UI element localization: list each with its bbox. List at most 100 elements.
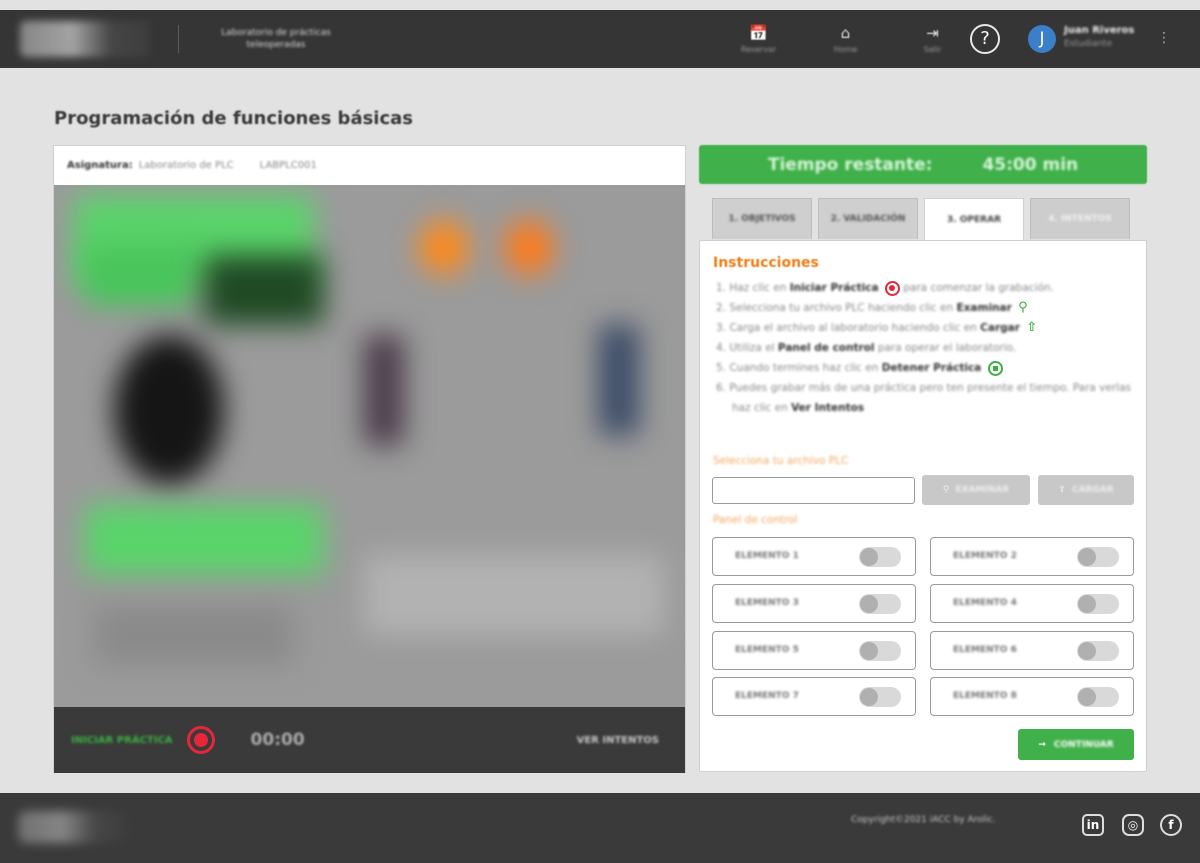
control-element-2: ELEMENTO 2: [930, 537, 1134, 576]
camera-feed: [54, 185, 685, 707]
arrow-right-icon: →: [1038, 739, 1046, 750]
element-toggle[interactable]: [1077, 687, 1119, 707]
tab-operar[interactable]: 3. OPERAR: [924, 198, 1024, 241]
step-keyword: Detener Práctica: [881, 362, 982, 374]
tab-objetivos[interactable]: 1. OBJETIVOS: [712, 198, 812, 239]
time-remaining-label: Tiempo restante:: [767, 154, 933, 175]
feed-blob: [84, 505, 324, 575]
nav-reservar[interactable]: 📅 Reservar: [715, 10, 802, 68]
control-element-1: ELEMENTO 1: [712, 537, 916, 576]
instruction-step: 2. Selecciona tu archivo PLC haciendo cl…: [716, 298, 1136, 318]
instruction-step: 1. Haz clic en Iniciar Práctica para com…: [716, 278, 1136, 298]
feed-blob: [419, 220, 469, 275]
step-keyword: Examinar: [956, 302, 1012, 314]
element-toggle[interactable]: [859, 687, 901, 707]
linkedin-icon[interactable]: in: [1082, 814, 1104, 836]
logout-icon: ⇥: [926, 23, 939, 42]
nav-home-label: Home: [833, 44, 858, 54]
user-name: Juan Riveros: [1064, 25, 1135, 36]
tab-intentos[interactable]: 4. INTENTOS: [1030, 198, 1130, 239]
step-text: para operar el laboratorio.: [874, 342, 1017, 354]
step-text: 6. Puedes grabar más de una práctica per…: [716, 382, 1131, 414]
control-element-7: ELEMENTO 7: [712, 677, 916, 716]
browse-button[interactable]: ⚲ EXAMINAR: [922, 475, 1030, 505]
top-nav-bar: Laboratorio de prácticas teleoperadas 📅 …: [0, 10, 1200, 68]
nav-reservar-label: Reservar: [740, 44, 777, 54]
element-toggle[interactable]: [859, 547, 901, 567]
view-attempts-button[interactable]: VER INTENTOS: [577, 735, 659, 746]
brand-logo[interactable]: [20, 21, 150, 57]
search-icon: ⚲: [1018, 300, 1028, 315]
nav-home[interactable]: ⌂ Home: [802, 10, 889, 68]
instructions-title: Instrucciones: [713, 255, 819, 271]
instruction-step: 5. Cuando termines haz clic en Detener P…: [716, 358, 1136, 378]
subject-code: LABPLC001: [259, 160, 317, 171]
step-text: 4. Utiliza el: [716, 342, 778, 354]
nav-salir-label: Salir: [923, 44, 942, 54]
feed-blob: [114, 335, 224, 485]
element-label: ELEMENTO 8: [953, 691, 1017, 701]
element-toggle[interactable]: [1077, 547, 1119, 567]
more-menu-icon[interactable]: ⋮: [1157, 28, 1171, 48]
time-remaining-value: 45:00 min: [982, 154, 1079, 175]
instagram-icon[interactable]: ◎: [1122, 814, 1144, 836]
step-tabs: 1. OBJETIVOS 2. VALIDACIÓN 3. OPERAR 4. …: [712, 198, 1130, 241]
facebook-icon[interactable]: f: [1160, 814, 1182, 836]
record-button[interactable]: [186, 726, 215, 754]
control-element-6: ELEMENTO 6: [930, 631, 1134, 670]
tab-validacion[interactable]: 2. VALIDACIÓN: [818, 198, 918, 239]
feed-blob: [599, 325, 639, 435]
help-icon[interactable]: ?: [970, 24, 1000, 54]
upload-button[interactable]: ⇧ CARGAR: [1038, 475, 1134, 505]
instruction-step: 3. Carga el archivo al laboratorio hacie…: [716, 318, 1136, 338]
feed-blob: [204, 255, 324, 325]
page-title: Programación de funciones básicas: [54, 108, 414, 129]
step-keyword: Cargar: [980, 322, 1020, 334]
user-role: Estudiante: [1064, 39, 1113, 49]
element-toggle[interactable]: [1077, 641, 1119, 661]
upload-icon: ⇧: [1026, 320, 1038, 335]
recording-bar: INICIAR PRÁCTICA 00:00 VER INTENTOS: [54, 707, 685, 773]
element-label: ELEMENTO 3: [735, 598, 799, 608]
home-icon: ⌂: [840, 23, 851, 42]
recording-timer: 00:00: [250, 730, 305, 750]
element-label: ELEMENTO 2: [953, 551, 1017, 561]
element-toggle[interactable]: [1077, 594, 1119, 614]
time-remaining-banner: Tiempo restante: 45:00 min: [699, 145, 1147, 184]
avatar[interactable]: J: [1028, 25, 1056, 53]
upload-icon: ⇧: [1058, 485, 1066, 495]
user-info[interactable]: Juan Riveros Estudiante: [1064, 25, 1134, 49]
step-text: 2. Selecciona tu archivo PLC haciendo cl…: [716, 302, 957, 314]
tab-label: 1. OBJETIVOS: [728, 214, 796, 224]
tab-label: 2. VALIDACIÓN: [830, 214, 906, 224]
element-label: ELEMENTO 7: [735, 691, 799, 701]
nav-salir[interactable]: ⇥ Salir: [889, 10, 976, 68]
feed-blob: [84, 245, 194, 305]
start-practice-button[interactable]: INICIAR PRÁCTICA: [71, 735, 173, 746]
subject-row: Asignatura: Laboratorio de PLC LABPLC001: [54, 146, 685, 185]
control-element-8: ELEMENTO 8: [930, 677, 1134, 716]
calendar-icon: 📅: [749, 23, 768, 42]
tab-label: 4. INTENTOS: [1048, 214, 1112, 224]
subject-name: Laboratorio de PLC: [138, 160, 234, 171]
element-toggle[interactable]: [859, 641, 901, 661]
step-text: 1. Haz clic en: [716, 282, 790, 294]
subject-key: Asignatura:: [67, 160, 133, 171]
step-keyword: Panel de control: [777, 342, 875, 354]
lab-video-panel: Asignatura: Laboratorio de PLC LABPLC001…: [53, 145, 686, 773]
step-text: para comenzar la grabación.: [903, 282, 1054, 294]
footer: Copyright©2021 iACC by Arolic.: [0, 793, 1200, 863]
feed-blob: [364, 555, 664, 635]
file-path-input[interactable]: [712, 477, 915, 504]
control-panel-label: Panel de control: [713, 514, 798, 526]
upload-label: CARGAR: [1071, 485, 1114, 495]
continue-label: CONTINUAR: [1053, 739, 1114, 750]
record-icon: [193, 733, 208, 747]
step-keyword: Iniciar Práctica: [789, 282, 879, 294]
instruction-step: 6. Puedes grabar más de una práctica per…: [716, 378, 1136, 418]
stop-icon: [987, 360, 1003, 376]
continue-button[interactable]: → CONTINUAR: [1018, 729, 1134, 760]
element-toggle[interactable]: [859, 594, 901, 614]
main-nav: 📅 Reservar ⌂ Home ⇥ Salir: [715, 10, 976, 68]
element-label: ELEMENTO 4: [953, 598, 1017, 608]
